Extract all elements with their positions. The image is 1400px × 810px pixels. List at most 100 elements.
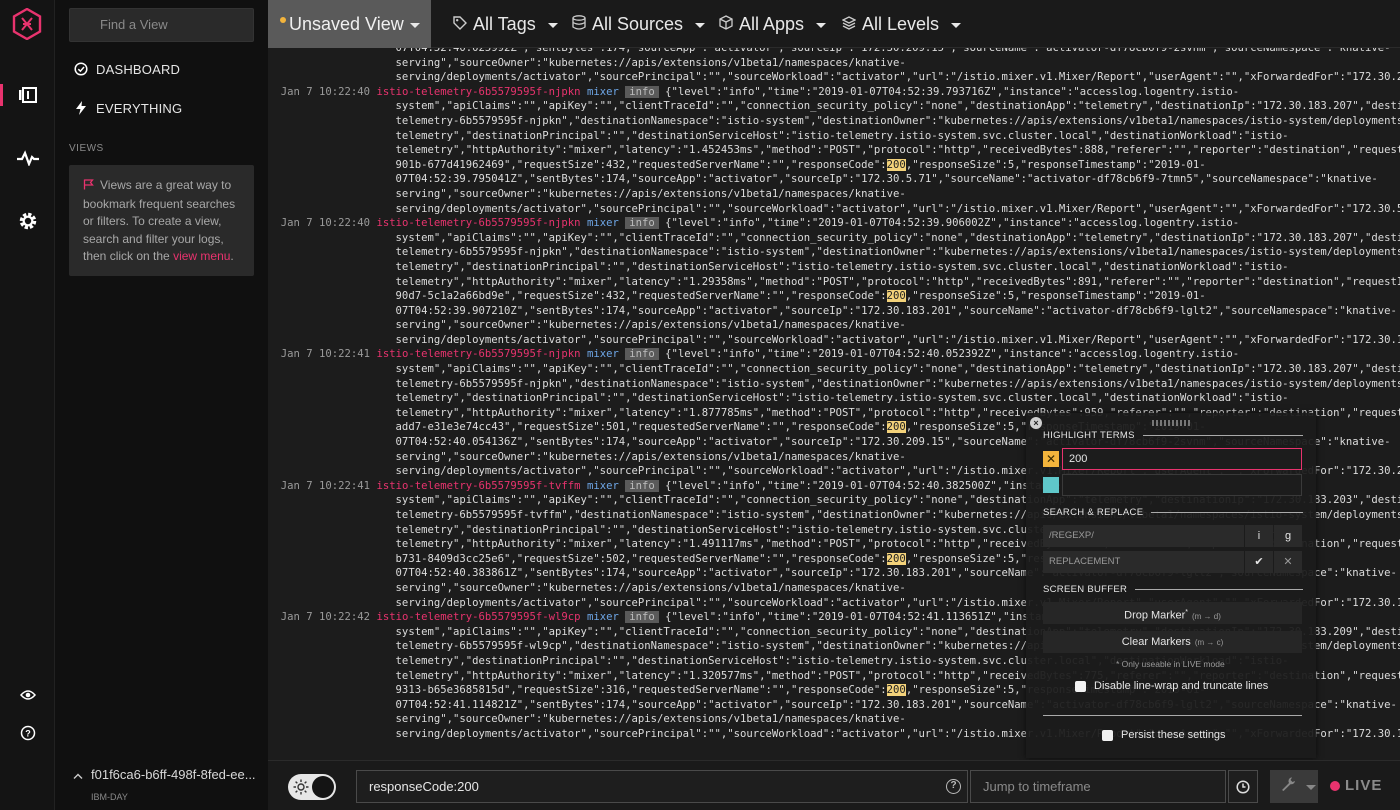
tools-menu-button[interactable]	[1270, 770, 1318, 803]
organization-name: f01f6ca6-b6ff-498f-8fed-ee...	[91, 767, 256, 782]
apply-replace-button[interactable]: ✔	[1245, 551, 1273, 573]
layers-icon	[841, 14, 857, 35]
database-icon	[572, 14, 586, 35]
apps-label: All Apps	[739, 13, 805, 34]
live-label: LIVE	[1345, 777, 1383, 794]
find-view-input[interactable]: Find a View	[69, 8, 254, 42]
drag-handle[interactable]	[1152, 420, 1190, 426]
views-icon[interactable]	[0, 78, 55, 112]
wrench-icon	[1280, 776, 1296, 797]
top-filter-bar: Unsaved View All Tags All Sources All Ap…	[268, 0, 1400, 48]
log-app: mixer	[586, 611, 619, 624]
eye-icon[interactable]	[0, 678, 55, 712]
levels-filter[interactable]: All Levels	[841, 0, 962, 48]
divider	[1043, 715, 1302, 716]
sidebar: Find a View DASHBOARD EVERYTHING VIEWS V…	[55, 0, 268, 810]
highlight-settings-panel: × HIGHLIGHT TERMS ✕ 200 SEARCH & REPLACE…	[1026, 413, 1316, 758]
logdna-logo-icon[interactable]	[12, 8, 42, 40]
icon-rail: ?	[0, 0, 55, 810]
log-source: istio-telemetry-6b5579595f-njpkn	[376, 85, 581, 98]
log-timestamp: Jan 7 10:22:42	[280, 611, 371, 624]
log-level-badge: info	[625, 217, 659, 230]
live-button[interactable]: LIVE	[1330, 777, 1382, 794]
sidebar-item-label: DASHBOARD	[96, 61, 181, 77]
unsaved-dot	[280, 17, 286, 23]
replacement-input[interactable]: REPLACEMENT	[1043, 551, 1244, 573]
search-help-icon[interactable]: ?	[946, 779, 961, 794]
checkbox-label: Disable line-wrap and truncate lines	[1094, 680, 1269, 692]
clock-icon[interactable]	[1228, 770, 1258, 803]
view-menu-link[interactable]: view menu	[173, 249, 230, 263]
chevron-down-icon	[409, 22, 420, 28]
views-section-label: VIEWS	[69, 143, 104, 154]
chevron-down-icon	[695, 22, 706, 28]
log-level-badge: info	[625, 85, 659, 98]
settings-gear-icon[interactable]	[0, 204, 55, 238]
checkbox-label: Persist these settings	[1121, 729, 1226, 741]
drop-marker-button[interactable]: Drop Marker* (m → d)	[1043, 602, 1302, 624]
dashboard-icon	[74, 62, 88, 76]
bolt-icon	[74, 101, 88, 115]
close-icon[interactable]: ×	[1030, 417, 1042, 429]
toggle-knob	[312, 776, 334, 798]
chevron-down-icon	[547, 22, 558, 28]
log-app: mixer	[586, 348, 619, 361]
highlighted-term: 200	[886, 552, 906, 565]
organization-subtitle: IBM-DAY	[91, 792, 128, 802]
search-query-text: responseCode:200	[369, 779, 479, 794]
view-title: Unsaved View	[289, 13, 404, 34]
search-query-input[interactable]: responseCode:200 ?	[356, 770, 968, 803]
regexp-input[interactable]: /REGEXP/	[1043, 525, 1244, 547]
log-source: istio-telemetry-6b5579595f-njpkn	[376, 348, 581, 361]
log-level-badge: info	[625, 611, 659, 624]
log-timestamp: Jan 7 10:22:40	[280, 217, 371, 230]
help-icon[interactable]: ?	[0, 716, 55, 750]
chevron-down-icon	[951, 22, 962, 28]
tag-icon	[453, 14, 467, 35]
log-timestamp: Jan 7 10:22:40	[280, 85, 371, 98]
global-flag-toggle[interactable]: g	[1274, 525, 1302, 547]
clear-markers-button[interactable]: Clear Markers (m → c)	[1043, 631, 1302, 653]
sidebar-item-everything[interactable]: EVERYTHING	[74, 98, 182, 118]
bottom-search-bar: responseCode:200 ? Jump to timeframe LIV…	[268, 760, 1400, 810]
sources-filter[interactable]: All Sources	[572, 0, 706, 48]
chevron-down-icon	[816, 22, 827, 28]
checkbox-box[interactable]	[1102, 729, 1113, 741]
log-source: istio-telemetry-6b5579595f-wl9cp	[376, 611, 581, 624]
highlight-term-input[interactable]	[1062, 474, 1302, 496]
clear-replace-button[interactable]: ✕	[1274, 551, 1302, 573]
highlight-term-input[interactable]: 200	[1062, 448, 1302, 470]
activity-icon[interactable]	[0, 141, 55, 175]
jump-to-timeframe-input[interactable]: Jump to timeframe	[970, 770, 1226, 803]
sidebar-item-dashboard[interactable]: DASHBOARD	[74, 59, 180, 79]
disable-line-wrap-checkbox[interactable]: Disable line-wrap and truncate lines	[1075, 680, 1268, 692]
log-timestamp: Jan 7 10:22:41	[280, 479, 371, 492]
log-app: mixer	[586, 85, 619, 98]
theme-toggle[interactable]	[288, 774, 336, 800]
live-indicator-dot	[1330, 780, 1340, 791]
sidebar-item-label: EVERYTHING	[96, 100, 183, 116]
views-help-end: .	[230, 249, 234, 263]
regexp-row: /REGEXP/ i g	[1043, 525, 1302, 547]
checkbox-box[interactable]	[1075, 680, 1086, 692]
log-app: mixer	[586, 217, 619, 230]
log-level-badge: info	[625, 348, 659, 361]
remove-term-icon[interactable]: ✕	[1043, 451, 1059, 467]
persist-settings-checkbox[interactable]: Persist these settings	[1102, 729, 1226, 741]
apps-filter[interactable]: All Apps	[719, 0, 827, 48]
replacement-row: REPLACEMENT ✔ ✕	[1043, 551, 1302, 573]
chevron-up-icon	[73, 767, 83, 782]
log-source: istio-telemetry-6b5579595f-tvffm	[376, 479, 581, 492]
screen-buffer-heading: SCREEN BUFFER	[1043, 584, 1303, 595]
organization-switcher[interactable]: f01f6ca6-b6ff-498f-8fed-ee...	[73, 767, 256, 782]
live-mode-note: * Only useable in LIVE mode	[1116, 659, 1225, 669]
log-app: mixer	[586, 479, 619, 492]
sun-icon	[293, 779, 309, 800]
chevron-down-icon	[1306, 785, 1316, 790]
case-insensitive-toggle[interactable]: i	[1245, 525, 1273, 547]
view-selector[interactable]: Unsaved View	[268, 0, 431, 48]
color-swatch[interactable]	[1043, 477, 1059, 493]
highlight-term-row: ✕ 200	[1043, 448, 1302, 470]
highlighted-term: 200	[886, 421, 906, 434]
tags-filter[interactable]: All Tags	[453, 0, 558, 48]
